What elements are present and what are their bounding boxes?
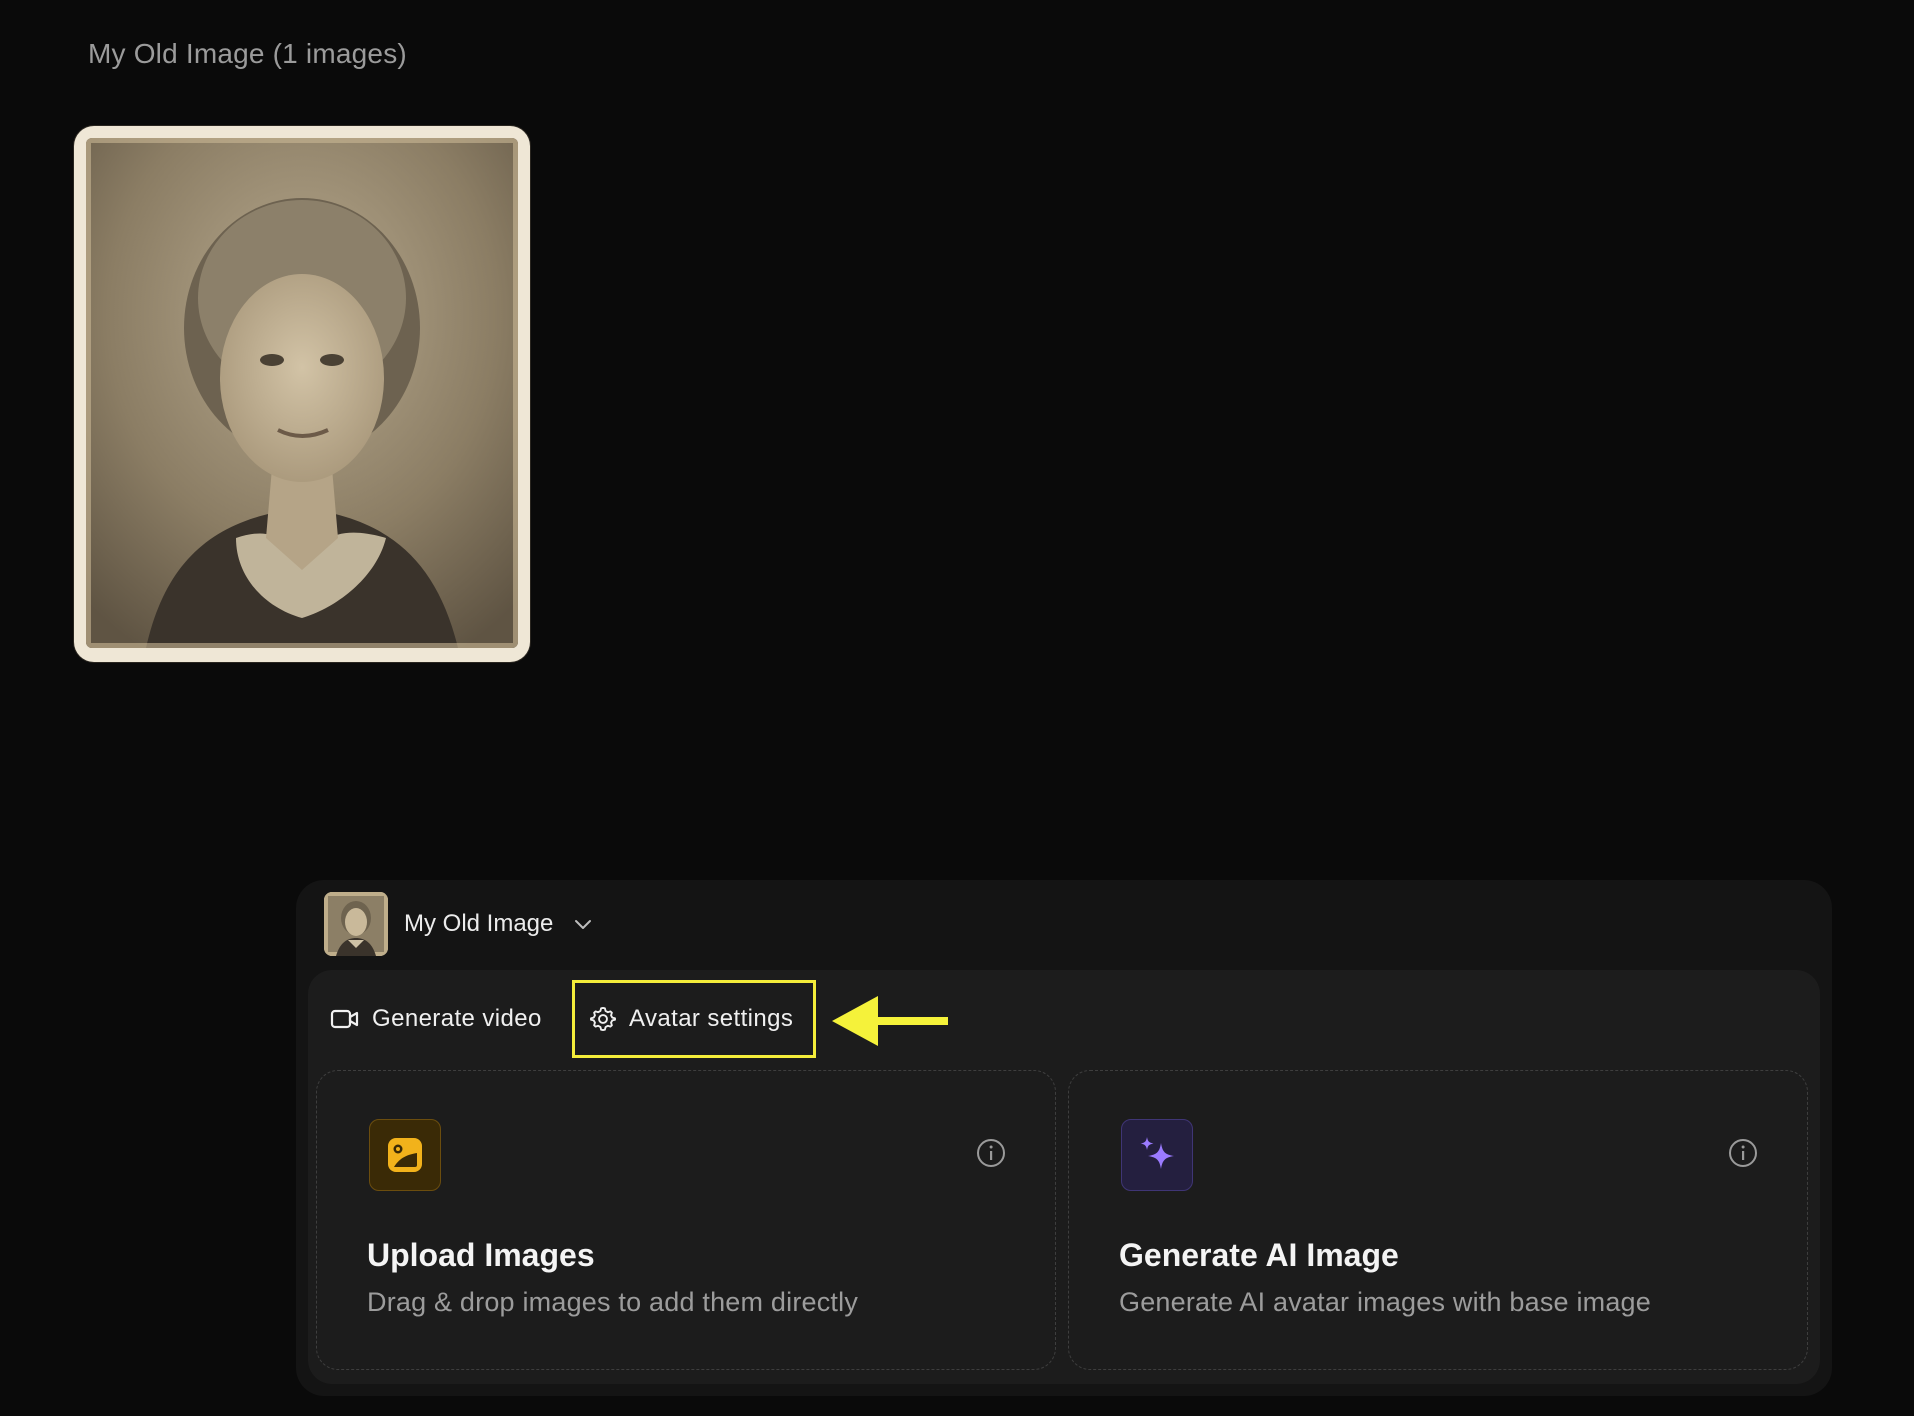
avatar <box>324 892 388 956</box>
avatar-selector[interactable]: My Old Image <box>324 892 595 956</box>
video-camera-icon <box>330 1009 359 1029</box>
image-upload-icon <box>388 1138 422 1172</box>
generate-video-button[interactable]: Generate video <box>330 980 542 1058</box>
upload-icon-tile <box>369 1119 441 1191</box>
portrait-illustration <box>86 138 518 648</box>
chevron-down-icon[interactable] <box>571 912 595 936</box>
arrow-left-icon <box>832 996 948 1046</box>
generate-ai-image-title: Generate AI Image <box>1119 1237 1399 1273</box>
generate-ai-image-description: Generate AI avatar images with base imag… <box>1119 1287 1651 1317</box>
info-icon[interactable] <box>975 1137 1007 1169</box>
upload-images-description: Drag & drop images to add them directly <box>367 1287 859 1317</box>
avatar-name: My Old Image <box>404 910 554 937</box>
action-panel: Generate video Avatar settings Upload Im… <box>308 970 1820 1384</box>
generate-ai-image-card[interactable]: Generate AI Image Generate AI avatar ima… <box>1068 1070 1808 1370</box>
gear-icon <box>590 1006 616 1032</box>
upload-images-title: Upload Images <box>367 1237 595 1273</box>
info-icon[interactable] <box>1727 1137 1759 1169</box>
ai-icon-tile <box>1121 1119 1193 1191</box>
avatar-settings-label: Avatar settings <box>629 1005 794 1032</box>
photo-image <box>86 138 518 648</box>
avatar-settings-button[interactable]: Avatar settings <box>572 980 816 1058</box>
avatar-panel: My Old Image Generate video Avatar setti… <box>296 880 1832 1396</box>
upload-images-card[interactable]: Upload Images Drag & drop images to add … <box>316 1070 1056 1370</box>
avatar-portrait-icon <box>324 892 388 956</box>
sparkles-icon <box>1140 1137 1174 1169</box>
photo-thumbnail[interactable] <box>74 126 530 662</box>
gallery-title: My Old Image (1 images) <box>88 38 407 69</box>
page: My Old Image (1 images) My Old Image Gen… <box>0 0 1914 1416</box>
generate-video-label: Generate video <box>372 1005 542 1032</box>
